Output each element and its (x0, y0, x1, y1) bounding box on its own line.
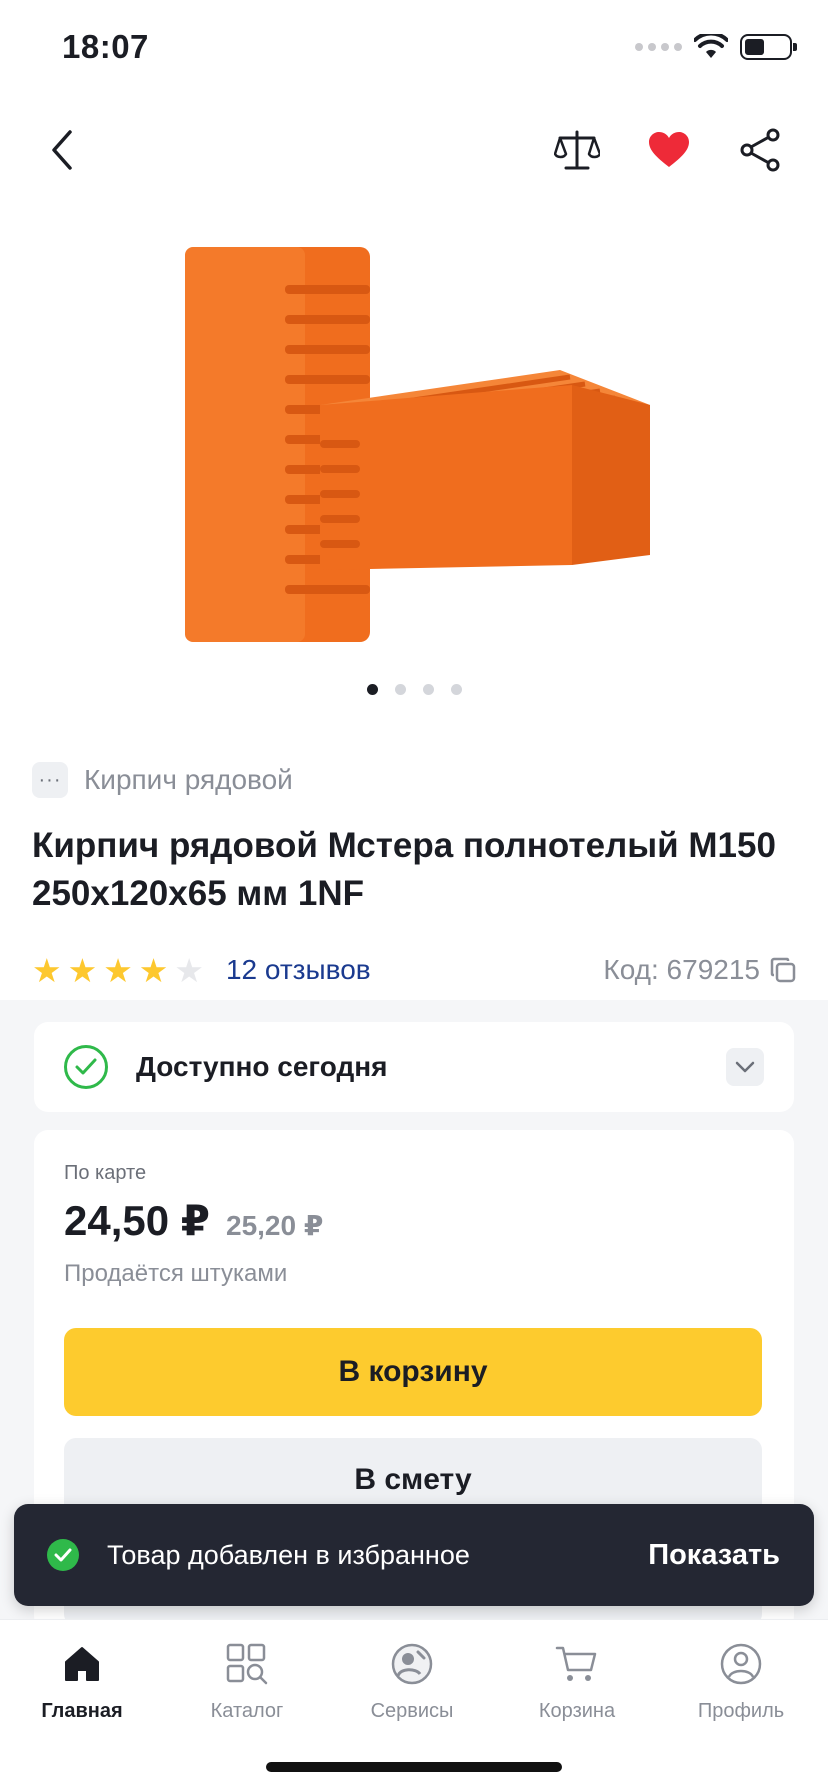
old-price: 25,20 ₽ (226, 1210, 324, 1241)
cart-icon (553, 1640, 601, 1688)
favorite-toast: Товар добавлен в избранное Показать (14, 1504, 814, 1606)
product-code-label: Код: 679215 (603, 954, 760, 985)
tab-label: Каталог (210, 1700, 284, 1722)
current-price: 24,50 ₽ (64, 1197, 210, 1244)
tab-profile[interactable]: Профиль (666, 1640, 816, 1723)
profile-icon (717, 1640, 765, 1688)
status-time: 18:07 (62, 28, 149, 65)
category-label: Кирпич рядовой (84, 764, 293, 795)
tab-label: Корзина (538, 1700, 616, 1722)
copy-icon (770, 957, 796, 983)
reviews-link[interactable]: 12 отзывов (226, 954, 371, 986)
chevron-down-icon[interactable] (726, 1048, 764, 1086)
favorite-button[interactable] (637, 118, 701, 182)
share-button[interactable] (728, 118, 792, 182)
add-to-cart-button[interactable]: В корзину (64, 1328, 762, 1416)
carousel-dot[interactable] (422, 684, 434, 695)
cellular-signal-icon (635, 43, 682, 51)
price-card-label: По карте (64, 1162, 147, 1184)
star-icon: ★ (138, 951, 169, 989)
star-icon: ★ (103, 951, 133, 989)
brick-image (185, 247, 650, 642)
home-indicator (266, 1762, 562, 1772)
rating-stars: ★ ★ ★ ★ ★ (32, 954, 204, 987)
star-icon: ★ (32, 951, 62, 989)
carousel-dot[interactable] (450, 684, 462, 695)
sold-by-note: Продаётся штуками (64, 1260, 288, 1287)
top-nav (0, 100, 828, 200)
check-circle-icon (64, 1045, 108, 1089)
tab-label: Профиль (697, 1700, 785, 1722)
category-breadcrumb[interactable]: ··· Кирпич рядовой (32, 762, 293, 798)
tab-label: Главная (41, 1700, 123, 1722)
heart-icon (649, 132, 689, 167)
star-icon: ★ (174, 951, 204, 989)
tab-home[interactable]: Главная (7, 1640, 157, 1723)
tab-label: Сервисы (370, 1700, 454, 1722)
tab-catalog[interactable]: Каталог (172, 1640, 322, 1723)
availability-card[interactable]: Доступно сегодня (34, 1022, 794, 1112)
wifi-icon (694, 34, 728, 58)
carousel-dots[interactable] (0, 684, 828, 695)
availability-label: Доступно сегодня (136, 1051, 388, 1082)
services-icon (388, 1640, 436, 1688)
back-button[interactable] (30, 118, 94, 182)
rating-row: ★ ★ ★ ★ ★ 12 отзывов Код: 679215 (32, 950, 796, 990)
product-code[interactable]: Код: 679215 (603, 954, 796, 986)
star-icon: ★ (67, 951, 98, 989)
price-row: 24,50 ₽ 25,20 ₽ (64, 1196, 323, 1245)
home-icon (58, 1640, 106, 1688)
product-title: Кирпич рядовой Мстера полнотелый М150 25… (32, 826, 776, 913)
status-icons (635, 34, 797, 60)
product-image[interactable] (150, 225, 680, 665)
status-bar: 18:07 (0, 0, 828, 100)
more-icon: ··· (32, 762, 68, 798)
carousel-dot[interactable] (366, 684, 378, 695)
carousel-dot[interactable] (394, 684, 406, 695)
tab-cart[interactable]: Корзина (502, 1640, 652, 1723)
scales-icon (554, 130, 600, 170)
toast-show-button[interactable]: Показать (648, 1539, 780, 1572)
share-icon (740, 128, 780, 172)
check-icon (47, 1539, 79, 1571)
compare-button[interactable] (545, 118, 609, 182)
chevron-left-icon (52, 130, 72, 170)
toast-message: Товар добавлен в избранное (107, 1539, 470, 1570)
catalog-icon (223, 1640, 271, 1688)
tab-services[interactable]: Сервисы (337, 1640, 487, 1723)
battery-icon (740, 34, 797, 60)
